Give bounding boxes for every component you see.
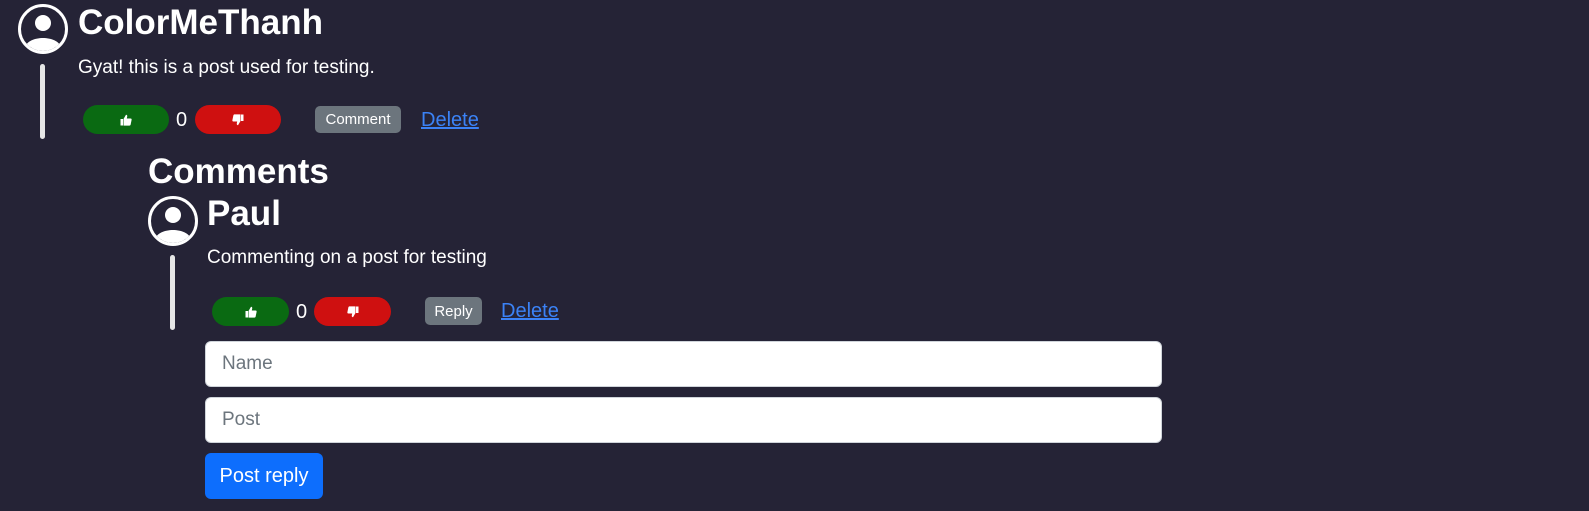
post-vote-count: 0 <box>176 109 188 131</box>
comment-downvote-button[interactable] <box>314 297 391 326</box>
post-delete-link[interactable]: Delete <box>421 109 479 132</box>
post-avatar-icon <box>18 4 68 54</box>
comments-heading: Comments <box>148 152 329 191</box>
thumbs-down-icon <box>346 305 358 317</box>
comment-thread-line <box>170 255 175 330</box>
post-author: ColorMeThanh <box>78 3 323 42</box>
post-reply-button[interactable]: Post reply <box>205 453 323 499</box>
post-input[interactable] <box>205 397 1162 443</box>
comment-vote-count: 0 <box>296 301 308 323</box>
thumbs-up-icon <box>245 306 257 318</box>
thumbs-up-icon <box>120 114 132 126</box>
name-input[interactable] <box>205 341 1162 387</box>
comment-delete-link[interactable]: Delete <box>501 300 559 323</box>
comment-text: Commenting on a post for testing <box>207 247 487 268</box>
reply-button[interactable]: Reply <box>425 297 482 325</box>
thumbs-down-icon <box>232 113 244 125</box>
post-text: Gyat! this is a post used for testing. <box>78 57 375 78</box>
comment-avatar-icon <box>148 196 198 246</box>
post-upvote-button[interactable] <box>83 105 169 134</box>
comment-button[interactable]: Comment <box>315 106 401 133</box>
post-downvote-button[interactable] <box>195 105 281 134</box>
comment-author: Paul <box>207 194 281 233</box>
comment-upvote-button[interactable] <box>212 297 289 326</box>
post-thread-line <box>40 64 45 139</box>
